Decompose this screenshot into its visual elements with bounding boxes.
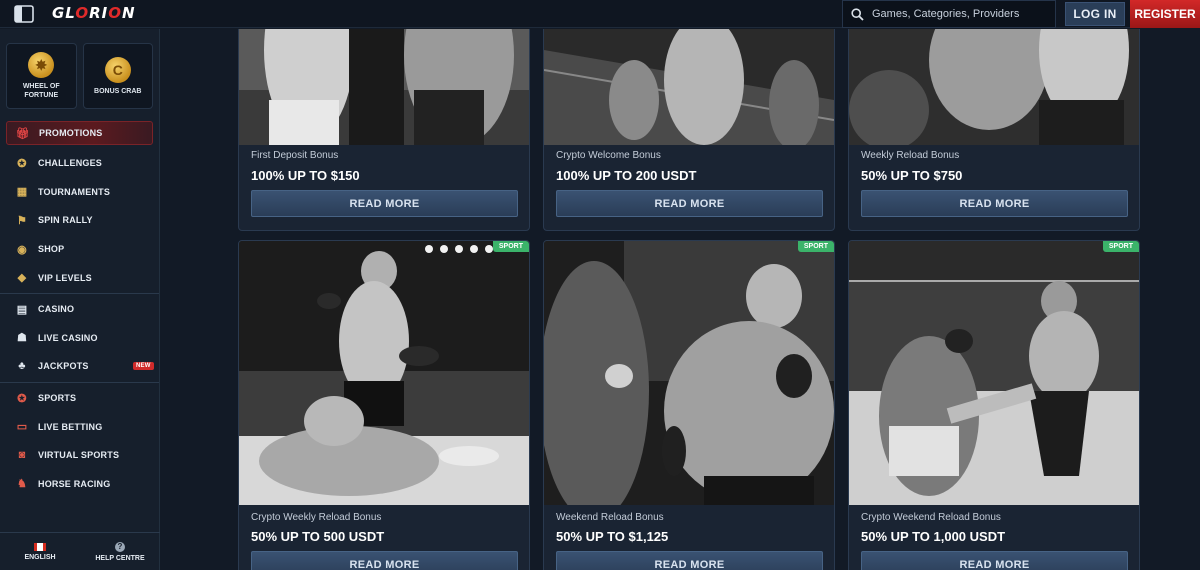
horse-icon: ♞ <box>16 478 28 491</box>
clover-icon: ♣ <box>18 360 26 373</box>
register-button[interactable]: REGISTER <box>1130 0 1200 28</box>
canada-flag-icon <box>34 542 46 551</box>
promo-image <box>544 29 834 145</box>
sidebar-item-label: LIVE BETTING <box>38 421 103 432</box>
promo-amount: 100% UP TO $150 <box>251 168 360 183</box>
sidebar-item-label: SPORTS <box>38 393 77 404</box>
promo-title: First Deposit Bonus <box>251 150 339 161</box>
sidebar-toggle-icon[interactable] <box>14 5 34 23</box>
read-more-button[interactable]: READ MORE <box>556 551 823 570</box>
crab-icon: C <box>104 56 131 83</box>
search-input[interactable] <box>872 8 1052 20</box>
promo-title: Crypto Welcome Bonus <box>556 150 661 161</box>
tile-label: WHEEL OF FORTUNE <box>22 83 60 99</box>
sidebar-nav: 🎁︎ PROMOTIONS ✪ CHALLENGES ▦ TOURNAMENTS… <box>0 121 159 498</box>
sidebar: ✸ WHEEL OF FORTUNE C BONUS CRAB 🎁︎ PROMO… <box>0 29 160 570</box>
new-badge: NEW <box>133 362 154 371</box>
promo-amount: 50% UP TO $750 <box>861 168 963 183</box>
read-more-button[interactable]: READ MORE <box>861 190 1128 217</box>
promo-amount: 100% UP TO 200 USDT <box>556 168 697 183</box>
live-icon: ▭ <box>16 421 28 434</box>
slot-icon: ▤ <box>16 303 28 316</box>
promotions-grid: First Deposit Bonus 100% UP TO $150 READ… <box>161 29 1200 570</box>
trophy-icon: ▦ <box>16 186 28 199</box>
sidebar-item-shop[interactable]: ◉ SHOP <box>0 235 159 264</box>
sidebar-item-tournaments[interactable]: ▦ TOURNAMENTS <box>0 178 159 207</box>
medal-icon: ✪ <box>17 157 27 170</box>
promo-amount: 50% UP TO $1,125 <box>556 529 669 544</box>
diamond-icon: ◆ <box>17 272 27 285</box>
sidebar-footer: ENGLISH ? HELP CENTRE <box>0 532 160 570</box>
ball-icon: ✪ <box>17 392 27 405</box>
sidebar-item-sports[interactable]: ✪ SPORTS <box>0 384 159 413</box>
promo-card[interactable]: SPORT Weekend Reload Bonus 50% UP TO $1,… <box>543 240 835 570</box>
promo-amount: 50% UP TO 500 USDT <box>251 529 385 544</box>
sidebar-item-label: SHOP <box>38 244 65 255</box>
sidebar-item-label: JACKPOTS <box>38 361 89 372</box>
promo-image <box>239 241 529 505</box>
sidebar-item-horse-racing[interactable]: ♞ HORSE RACING <box>0 470 159 499</box>
gift-icon: 🎁︎ <box>15 127 31 140</box>
help-label: HELP CENTRE <box>95 554 145 562</box>
sidebar-item-label: SPIN RALLY <box>38 215 93 226</box>
sidebar-item-spin-rally[interactable]: ⚑ SPIN RALLY <box>0 206 159 235</box>
promo-card[interactable]: Weekly Reload Bonus 50% UP TO $750 READ … <box>848 29 1140 231</box>
sidebar-item-vip-levels[interactable]: ◆ VIP LEVELS <box>0 263 159 292</box>
basket-icon: ◉ <box>17 243 27 256</box>
sidebar-item-jackpots[interactable]: ♣ JACKPOTS NEW <box>0 352 159 381</box>
promo-image <box>849 29 1139 145</box>
read-more-button[interactable]: READ MORE <box>556 190 823 217</box>
sidebar-item-label: CASINO <box>38 304 75 315</box>
sidebar-item-label: VIP LEVELS <box>38 272 92 283</box>
promo-title: Crypto Weekly Reload Bonus <box>251 512 382 523</box>
bonus-crab-tile[interactable]: C BONUS CRAB <box>82 43 153 109</box>
wheel-of-fortune-tile[interactable]: ✸ WHEEL OF FORTUNE <box>6 43 77 109</box>
language-label: ENGLISH <box>24 553 56 561</box>
sport-badge: SPORT <box>1102 241 1139 252</box>
sidebar-divider <box>0 381 159 383</box>
language-selector[interactable]: ENGLISH <box>0 533 80 570</box>
top-header: GLORION LOG IN REGISTER <box>0 0 1200 28</box>
sidebar-item-challenges[interactable]: ✪ CHALLENGES <box>0 149 159 178</box>
sidebar-divider <box>0 292 159 294</box>
sidebar-item-live-betting[interactable]: ▭ LIVE BETTING <box>0 412 159 441</box>
read-more-button[interactable]: READ MORE <box>861 551 1128 570</box>
promo-title: Weekly Reload Bonus <box>861 150 960 161</box>
sidebar-item-live-casino[interactable]: ☗ LIVE CASINO <box>0 324 159 353</box>
sport-badge: SPORT <box>797 241 834 252</box>
read-more-button[interactable]: READ MORE <box>251 551 518 570</box>
dealer-icon: ☗ <box>16 332 28 345</box>
sidebar-item-label: TOURNAMENTS <box>38 186 111 197</box>
promo-title: Crypto Weekend Reload Bonus <box>861 512 1001 523</box>
sidebar-item-casino[interactable]: ▤ CASINO <box>0 295 159 324</box>
promo-card[interactable]: Crypto Welcome Bonus 100% UP TO 200 USDT… <box>543 29 835 231</box>
sidebar-item-label: LIVE CASINO <box>38 332 98 343</box>
search-icon <box>851 7 864 21</box>
promo-image <box>849 241 1139 505</box>
promo-card[interactable]: SPORT Crypto Weekend Reload Bonus 50% UP… <box>848 240 1140 570</box>
promo-amount: 50% UP TO 1,000 USDT <box>861 529 1006 544</box>
promo-image <box>544 241 834 505</box>
wheel-icon: ✸ <box>28 52 55 78</box>
sidebar-item-label: HORSE RACING <box>38 478 111 489</box>
sidebar-item-virtual-sports[interactable]: ◙ VIRTUAL SPORTS <box>0 441 159 470</box>
sidebar-item-label: VIRTUAL SPORTS <box>38 450 120 461</box>
promo-image <box>239 29 529 145</box>
sport-badge: SPORT <box>492 241 529 252</box>
read-more-button[interactable]: READ MORE <box>251 190 518 217</box>
gamepad-icon: ◙ <box>18 449 26 462</box>
tile-label: BONUS CRAB <box>94 87 142 95</box>
flag-icon: ⚑ <box>16 214 28 227</box>
promo-card[interactable]: First Deposit Bonus 100% UP TO $150 READ… <box>238 29 530 231</box>
help-icon: ? <box>115 541 125 552</box>
promo-card[interactable]: SPORT Crypto Weekly Reload Bonus 50% UP … <box>238 240 530 570</box>
sidebar-item-promotions[interactable]: 🎁︎ PROMOTIONS <box>6 121 153 145</box>
search-box[interactable] <box>842 0 1056 28</box>
sidebar-item-label: PROMOTIONS <box>39 128 103 138</box>
login-button[interactable]: LOG IN <box>1065 2 1125 26</box>
sidebar-item-label: CHALLENGES <box>38 158 103 169</box>
brand-logo[interactable]: GLORION <box>52 4 136 22</box>
promo-title: Weekend Reload Bonus <box>556 512 664 523</box>
help-centre-link[interactable]: ? HELP CENTRE <box>80 533 160 570</box>
